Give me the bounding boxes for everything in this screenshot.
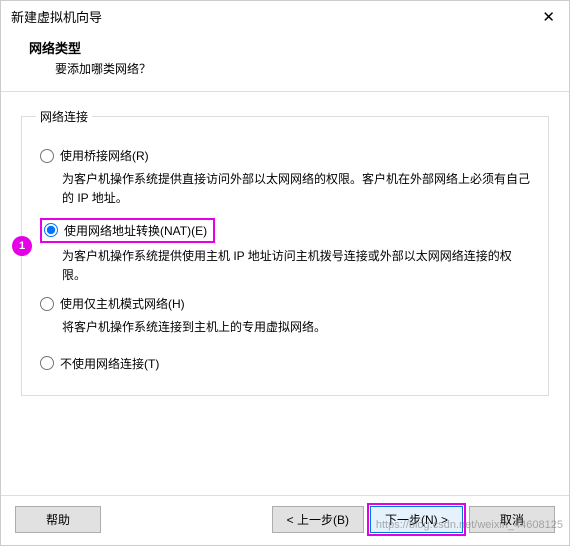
group-legend: 网络连接 bbox=[36, 108, 92, 125]
window-title: 新建虚拟机向导 bbox=[11, 7, 102, 26]
radio-bridged-label: 使用桥接网络(R) bbox=[60, 147, 149, 164]
radio-hostonly[interactable]: 使用仅主机模式网络(H) bbox=[40, 295, 185, 312]
option-bridged: 使用桥接网络(R) 为客户机操作系统提供直接访问外部以太网网络的权限。客户机在外… bbox=[40, 147, 530, 208]
radio-bridged[interactable]: 使用桥接网络(R) bbox=[40, 147, 149, 164]
cancel-button[interactable]: 取消 bbox=[469, 506, 555, 533]
next-button[interactable]: 下一步(N) > bbox=[370, 506, 463, 533]
radio-hostonly-label: 使用仅主机模式网络(H) bbox=[60, 295, 185, 312]
footer: 帮助 < 上一步(B) 下一步(N) > 取消 bbox=[1, 495, 569, 545]
radio-nat-desc: 为客户机操作系统提供使用主机 IP 地址访问主机拨号连接或外部以太网网络连接的权… bbox=[62, 247, 530, 285]
radio-hostonly-desc: 将客户机操作系统连接到主机上的专用虚拟网络。 bbox=[62, 318, 530, 337]
highlight-nat: 使用网络地址转换(NAT)(E) bbox=[40, 218, 215, 243]
network-group: 网络连接 使用桥接网络(R) 为客户机操作系统提供直接访问外部以太网网络的权限。… bbox=[21, 108, 549, 396]
radio-nat-input[interactable] bbox=[44, 223, 58, 237]
page-subtitle: 要添加哪类网络？ bbox=[29, 60, 545, 77]
page-title: 网络类型 bbox=[29, 38, 545, 57]
radio-bridged-desc: 为客户机操作系统提供直接访问外部以太网网络的权限。客户机在外部网络上必须有自己的… bbox=[62, 170, 530, 208]
radio-none-input[interactable] bbox=[40, 356, 54, 370]
option-none: 不使用网络连接(T) bbox=[40, 355, 530, 374]
radio-bridged-input[interactable] bbox=[40, 149, 54, 163]
close-icon[interactable]: ✕ bbox=[538, 8, 559, 26]
callout-1: 1 bbox=[12, 236, 32, 256]
radio-nat-label: 使用网络地址转换(NAT)(E) bbox=[64, 222, 207, 239]
option-hostonly: 使用仅主机模式网络(H) 将客户机操作系统连接到主机上的专用虚拟网络。 bbox=[40, 295, 530, 337]
radio-none[interactable]: 不使用网络连接(T) bbox=[40, 355, 159, 372]
radio-none-label: 不使用网络连接(T) bbox=[60, 355, 159, 372]
help-button[interactable]: 帮助 bbox=[15, 506, 101, 533]
option-nat: 使用网络地址转换(NAT)(E) 为客户机操作系统提供使用主机 IP 地址访问主… bbox=[40, 218, 530, 285]
radio-nat[interactable]: 使用网络地址转换(NAT)(E) bbox=[44, 222, 207, 239]
back-button[interactable]: < 上一步(B) bbox=[272, 506, 364, 533]
radio-hostonly-input[interactable] bbox=[40, 297, 54, 311]
